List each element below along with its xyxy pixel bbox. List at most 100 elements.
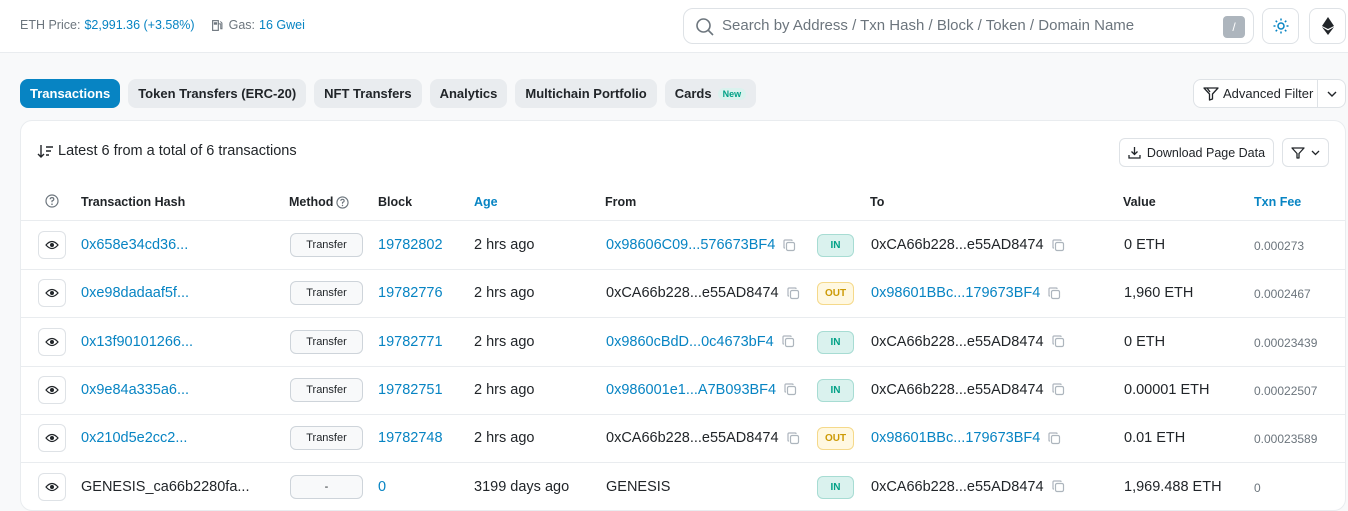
eth-price-value[interactable]: $2,991.36 (+3.58%) <box>84 18 194 32</box>
from-address-text: 0xCA66b228...e55AD8474 <box>606 430 779 447</box>
from-address: GENESIS <box>606 479 670 495</box>
txn-hash: GENESIS_ca66b2280fa... <box>81 478 250 495</box>
direction-badge: IN <box>817 475 854 499</box>
view-details-button[interactable] <box>38 327 66 356</box>
from-address: 0x986001e1...A7B093BF4 <box>606 382 797 398</box>
sun-icon <box>1273 18 1288 34</box>
chevron-down-icon <box>1311 150 1320 155</box>
tab-multichain-portfolio[interactable]: Multichain Portfolio <box>515 79 657 108</box>
eye-icon <box>45 385 59 395</box>
copy-icon[interactable] <box>782 335 795 348</box>
block-number[interactable]: 19782748 <box>378 430 443 446</box>
copy-icon[interactable] <box>783 238 796 252</box>
copy-icon[interactable] <box>786 287 800 300</box>
txn-value: 0 ETH <box>1124 237 1166 253</box>
gas-value[interactable]: 16 Gwei <box>259 18 305 32</box>
eye-icon <box>45 288 59 298</box>
tab-cards[interactable]: Cards New <box>664 79 757 108</box>
from-address-text[interactable]: 0x9860cBdD...0c4673bF4 <box>606 334 774 350</box>
help-circle-icon[interactable] <box>336 195 350 209</box>
txn-hash[interactable]: 0x658e34cd36... <box>81 237 188 253</box>
direction-badge: OUT <box>817 282 854 306</box>
copy-icon[interactable] <box>1051 335 1065 348</box>
search-shortcut-key: / <box>1223 16 1245 38</box>
from-address-text: 0xCA66b228...e55AD8474 <box>606 285 779 302</box>
col-to: To <box>870 195 885 209</box>
copy-icon[interactable] <box>1051 480 1065 493</box>
method-badge: Transfer <box>290 233 363 257</box>
block-number[interactable]: 0 <box>378 479 386 495</box>
from-address-text: GENESIS <box>606 478 671 495</box>
method-badge: - <box>290 474 363 499</box>
to-address-text: 0xCA66b228...e55AD8474 <box>871 478 1044 495</box>
advanced-filter-label: Advanced Filter <box>1223 86 1314 101</box>
table-row: 0x210d5e2cc2... Transfer 19782748 2 hrs ago… <box>21 415 1345 464</box>
copy-icon[interactable] <box>1051 383 1065 396</box>
network-switch-button[interactable] <box>1309 8 1346 44</box>
view-details-button[interactable] <box>38 231 66 259</box>
txn-hash[interactable]: 0x9e84a335a6... <box>81 382 189 398</box>
txn-hash[interactable]: 0x210d5e2cc2... <box>81 430 187 446</box>
col-txn-fee[interactable]: Txn Fee <box>1254 195 1301 209</box>
tab-analytics[interactable]: Analytics <box>429 79 508 108</box>
download-page-data-button[interactable]: Download Page Data <box>1119 138 1274 167</box>
tab-nft-transfers[interactable]: NFT Transfers <box>314 79 422 108</box>
block-number[interactable]: 19782771 <box>378 334 443 350</box>
txn-age: 3199 days ago <box>474 478 570 495</box>
view-details-button[interactable] <box>38 279 66 308</box>
theme-toggle-button[interactable] <box>1262 8 1299 44</box>
from-address-text[interactable]: 0x986001e1...A7B093BF4 <box>606 382 776 398</box>
to-address: 0xCA66b228...e55AD8474 <box>871 479 1065 495</box>
direction-badge: IN <box>817 330 854 354</box>
col-method: Method <box>289 195 350 209</box>
method-badge: Transfer <box>290 329 363 354</box>
txn-value: 0.01 ETH <box>1124 430 1186 447</box>
direction-badge: IN <box>817 234 854 257</box>
column-filter-button[interactable] <box>1282 138 1329 167</box>
tab-bar: Transactions Token Transfers (ERC-20) NF… <box>20 79 764 108</box>
direction-badge: OUT <box>817 427 854 451</box>
table-header: Transaction Hash Method Block Age From T… <box>21 183 1345 221</box>
txn-hash[interactable]: 0x13f90101266... <box>81 334 193 350</box>
txn-hash[interactable]: 0xe98dadaaf5f... <box>81 285 189 301</box>
transactions-card: Latest 6 from a total of 6 transactions … <box>20 120 1346 511</box>
gas-label: Gas: <box>228 18 255 32</box>
block-number[interactable]: 19782802 <box>378 237 443 253</box>
gas-pump-icon <box>211 19 223 31</box>
txn-age: 2 hrs ago <box>474 237 535 253</box>
chevron-down-icon <box>1327 91 1336 97</box>
from-address-text[interactable]: 0x98606C09...576673BF4 <box>606 237 775 253</box>
copy-icon[interactable] <box>784 383 797 396</box>
txn-fee: 0.0002467 <box>1254 287 1311 302</box>
txn-age: 2 hrs ago <box>474 285 535 302</box>
help-circle-icon[interactable] <box>45 194 59 208</box>
to-address-text[interactable]: 0x98601BBc...179673BF4 <box>871 430 1040 446</box>
to-address: 0xCA66b228...e55AD8474 <box>871 237 1065 253</box>
view-details-button[interactable] <box>38 472 66 501</box>
tab-transactions[interactable]: Transactions <box>20 79 121 108</box>
block-number[interactable]: 19782776 <box>378 285 443 301</box>
block-number[interactable]: 19782751 <box>378 382 443 398</box>
new-badge: New <box>717 87 747 100</box>
copy-icon[interactable] <box>1048 287 1061 300</box>
copy-icon[interactable] <box>1051 238 1065 252</box>
summary-text: Latest 6 from a total of 6 transactions <box>58 143 297 159</box>
to-address: 0x98601BBc...179673BF4 <box>871 430 1061 446</box>
to-address: 0xCA66b228...e55AD8474 <box>871 334 1065 350</box>
view-details-button[interactable] <box>38 375 66 404</box>
col-age[interactable]: Age <box>474 195 498 209</box>
eye-icon <box>45 240 59 250</box>
advanced-filter-button[interactable]: Advanced Filter <box>1194 80 1318 107</box>
table-row: 0x9e84a335a6... Transfer 19782751 2 hrs ago… <box>21 367 1345 415</box>
view-details-button[interactable] <box>38 424 66 453</box>
to-address-text[interactable]: 0x98601BBc...179673BF4 <box>871 285 1040 301</box>
eth-price-label: ETH Price: <box>20 18 81 32</box>
txn-fee: 0.000273 <box>1254 239 1305 253</box>
copy-icon[interactable] <box>1048 432 1061 445</box>
search-input[interactable] <box>722 17 1192 34</box>
tab-token-transfers[interactable]: Token Transfers (ERC-20) <box>128 79 307 108</box>
col-method-label: Method <box>289 195 334 209</box>
col-value: Value <box>1123 195 1156 209</box>
advanced-filter-dropdown[interactable] <box>1318 91 1345 97</box>
copy-icon[interactable] <box>786 432 800 445</box>
